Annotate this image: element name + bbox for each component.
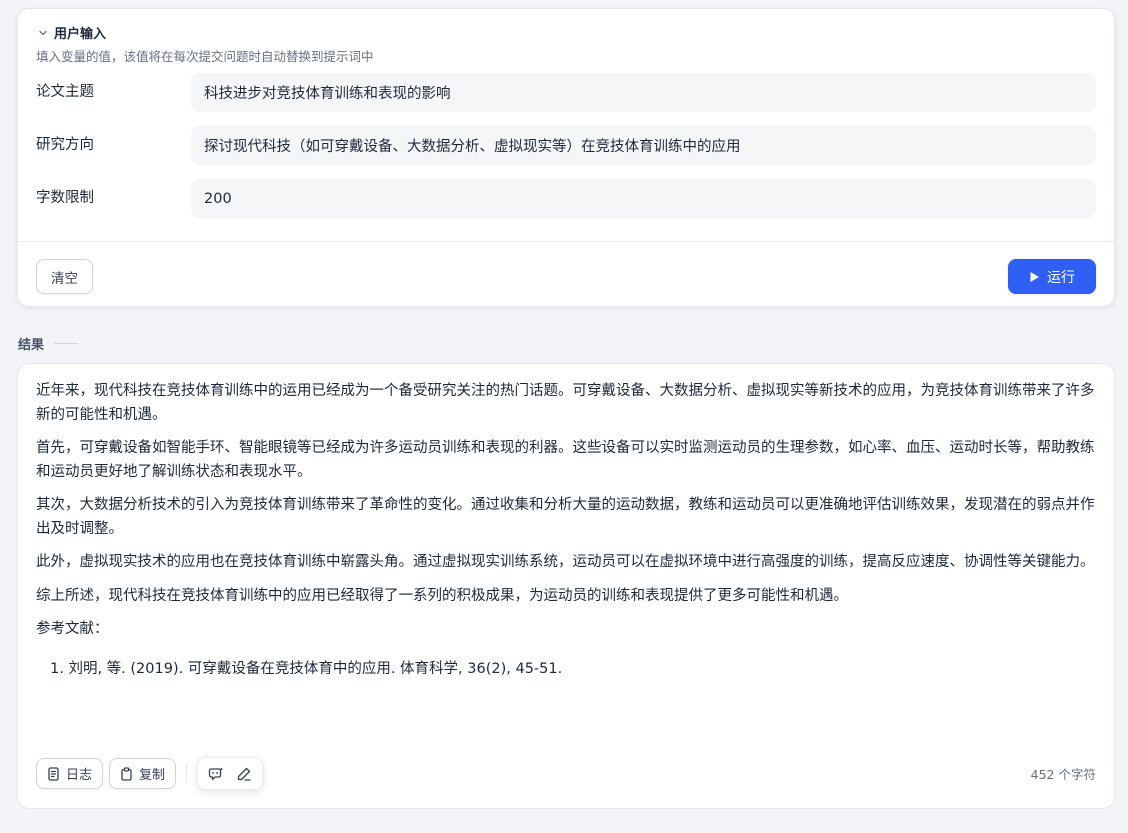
result-action-bar: 日志 复制: [36, 757, 264, 790]
clipboard-icon: [120, 766, 133, 781]
direction-input[interactable]: [191, 126, 1096, 165]
field-label-word-limit: 字数限制: [36, 190, 94, 206]
field-label-direction: 研究方向: [36, 137, 94, 153]
field-row-direction: 研究方向: [36, 126, 1096, 165]
character-count: 452 个字符: [1030, 767, 1096, 782]
chevron-down-icon: [36, 26, 50, 40]
run-button[interactable]: 运行: [1008, 259, 1096, 294]
user-input-card: 用户输入 填入变量的值，该值将在每次提交问题时自动替换到提示词中 论文主题 研究…: [17, 8, 1115, 307]
word-limit-input[interactable]: [191, 179, 1096, 218]
document-icon: [47, 766, 60, 781]
result-card: 近年来，现代科技在竞技体育训练中的运用已经成为一个备受研究关注的热门话题。可穿戴…: [17, 363, 1115, 809]
field-row-word-limit: 字数限制: [36, 179, 1096, 218]
result-divider: [54, 343, 79, 344]
log-button-label: 日志: [66, 768, 93, 783]
user-input-description: 填入变量的值，该值将在每次提交问题时自动替换到提示词中: [36, 49, 374, 64]
result-header: 结果: [18, 334, 1115, 353]
run-button-label: 运行: [1047, 269, 1075, 286]
user-input-toggle[interactable]: 用户输入: [36, 23, 106, 42]
clear-button[interactable]: 清空: [36, 259, 93, 294]
log-button[interactable]: 日志: [36, 758, 104, 789]
references-list: 刘明, 等. (2019). 可穿戴设备在竞技体育中的应用. 体育科学, 36(…: [50, 658, 1096, 682]
result-paragraph: 首先，可穿戴设备如智能手环、智能眼镜等已经成为许多运动员训练和表现的利器。这些设…: [36, 440, 1095, 480]
user-input-title: 用户输入: [54, 27, 107, 42]
references-heading: 参考文献：: [36, 621, 109, 637]
result-paragraph: 其次，大数据分析技术的引入为竞技体育训练带来了革命性的变化。通过收集和分析大量的…: [36, 497, 1095, 537]
topic-input[interactable]: [191, 73, 1096, 112]
field-row-topic: 论文主题: [36, 73, 1096, 112]
edit-icon[interactable]: [232, 762, 256, 786]
play-icon: [1029, 271, 1040, 283]
vertical-separator: [186, 764, 188, 783]
reference-item: 刘明, 等. (2019). 可穿戴设备在竞技体育中的应用. 体育科学, 36(…: [50, 658, 1096, 682]
result-content: 近年来，现代科技在竞技体育训练中的运用已经成为一个备受研究关注的热门话题。可穿戴…: [36, 380, 1096, 681]
ai-feedback-icon[interactable]: [204, 762, 228, 786]
copy-button[interactable]: 复制: [109, 758, 177, 789]
result-title: 结果: [18, 338, 45, 353]
field-label-topic: 论文主题: [36, 84, 94, 100]
copy-button-label: 复制: [139, 768, 166, 783]
result-paragraph: 此外，虚拟现实技术的应用也在竞技体育训练中崭露头角。通过虚拟现实训练系统，运动员…: [36, 554, 1095, 570]
result-paragraph: 近年来，现代科技在竞技体育训练中的运用已经成为一个备受研究关注的热门话题。可穿戴…: [36, 383, 1095, 423]
result-paragraph: 综上所述，现代科技在竞技体育训练中的应用已经取得了一系列的积极成果，为运动员的训…: [36, 587, 848, 604]
feedback-toolbar: [197, 757, 264, 790]
divider: [18, 241, 1114, 242]
